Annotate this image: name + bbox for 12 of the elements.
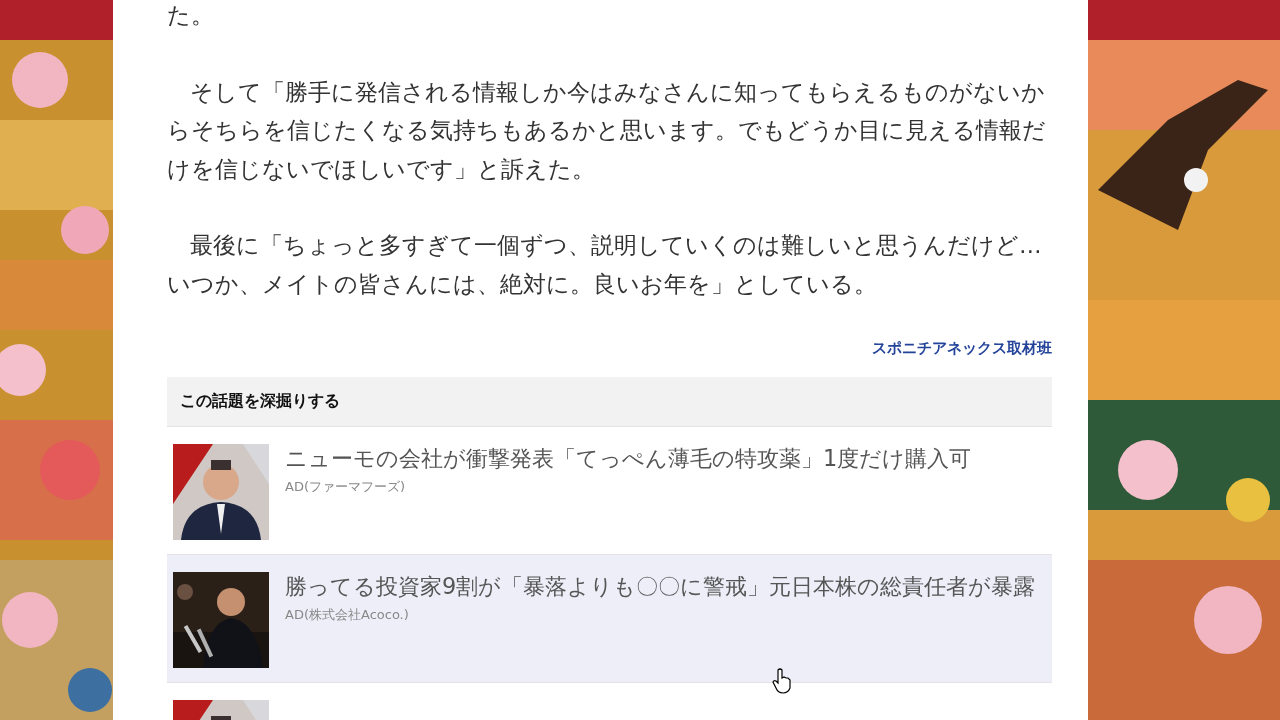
article-paragraph: そして「勝手に発信される情報しか今はみなさんに知ってもらえるものがないからそちらを信じたくなる気持ちもあるかと思います。でもどうか目に見える情報だけを信じないでほしいです」と訴えた。 xyxy=(167,77,1047,184)
article-link-row[interactable]: 勝ってる投資家9割が「暴落よりも〇〇に警戒」元日本株の総責任者が暴露 AD(株式会社Acoco.) xyxy=(167,554,1052,682)
author-credit-link[interactable]: スポニチアネックス取材班 xyxy=(872,335,1052,361)
article-paragraph: た。 xyxy=(167,1,215,30)
ad-source: AD(株式会社Acoco.) xyxy=(285,606,410,624)
hand-cursor-icon xyxy=(772,668,792,694)
article-link-title[interactable]: 勝ってる投資家9割が「暴落よりも〇〇に警戒」元日本株の総責任者が暴露 xyxy=(285,570,1036,602)
article-link-title[interactable]: ニューモの会社が衝撃発表「てっぺん薄毛の特攻薬」1度だけ購入可 xyxy=(285,442,972,474)
section-header: この話題を深掘りする xyxy=(167,377,1052,426)
article-link-row[interactable]: ニューモの会社が衝撃発表「てっぺん薄毛の特攻薬」1度だけ購入可 AD(ファーマフーズ) xyxy=(167,426,1052,554)
ad-source: AD(ファーマフーズ) xyxy=(285,478,407,496)
article-paragraph: 最後に「ちょっと多すぎて一個ずつ、説明していくのは難しいと思うんだけど…いつか、メイトの皆さんには、絶対に。良いお年を」としている。 xyxy=(167,231,1043,299)
